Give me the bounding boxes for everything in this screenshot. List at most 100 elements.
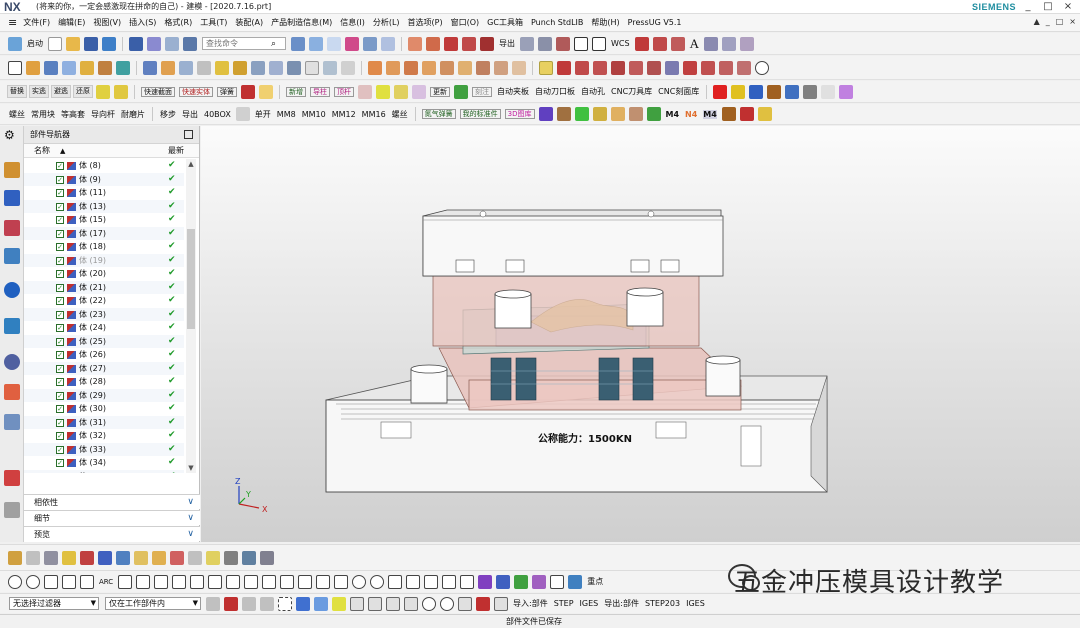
tree-row-body[interactable]: ✓ 体 (26) ✔ (24, 348, 184, 362)
shell-icon[interactable] (251, 60, 265, 75)
chevron-down-icon[interactable]: ∨ (187, 527, 194, 542)
sketch-fillet-icon[interactable] (683, 60, 697, 75)
curve-icon[interactable] (462, 36, 476, 51)
upper-die-shoe[interactable] (422, 209, 724, 277)
punch-icon[interactable] (422, 60, 436, 75)
sphere-icon[interactable] (197, 60, 211, 75)
project-curve-icon[interactable] (316, 574, 331, 589)
sketch-offset-icon[interactable] (629, 60, 643, 75)
auto-die-plate-button[interactable]: 自动刀口板 (535, 86, 575, 97)
scroll-thumb[interactable] (187, 229, 195, 329)
boss-icon[interactable] (80, 60, 94, 75)
scope-filter-select[interactable]: 仅在工作部件内 ▼ (105, 597, 201, 610)
cut-icon[interactable] (147, 36, 161, 51)
view-top-icon[interactable] (309, 36, 323, 51)
tree-row-body[interactable]: ✓ 体 (33) ✔ (24, 442, 184, 456)
layer-icon[interactable] (520, 36, 534, 51)
line-angle-icon[interactable] (154, 574, 169, 589)
sketch-icon[interactable] (8, 60, 22, 75)
pin-icon[interactable] (358, 84, 372, 99)
menu-insert[interactable]: 插入(S) (125, 17, 160, 28)
spline-icon[interactable] (480, 36, 494, 51)
cube-select-icon[interactable] (296, 596, 310, 611)
menu-file[interactable]: 文件(F) (19, 17, 54, 28)
visibility-checkbox[interactable]: ✓ (56, 405, 64, 413)
snap-control-icon[interactable] (260, 596, 274, 611)
part-icon-yellow[interactable] (259, 84, 273, 99)
wear-plate-button[interactable]: 耐磨片 (121, 109, 145, 120)
tree-row-body[interactable]: ✓ 体 (24) ✔ (24, 321, 184, 335)
navigator-scrollbar[interactable]: ▲ ▼ (186, 159, 196, 473)
library-icon[interactable] (454, 84, 468, 99)
cone-icon[interactable] (179, 60, 193, 75)
single-open-button[interactable]: 单开 (255, 109, 271, 120)
washer-icon[interactable] (412, 84, 426, 99)
section-dependencies[interactable]: 相依性 ∨ (24, 494, 200, 509)
arc-button[interactable]: ARC (99, 578, 113, 586)
cylinder-icon[interactable] (161, 60, 175, 75)
hanger-icon[interactable] (757, 107, 772, 121)
select-mode-icon[interactable] (539, 60, 553, 75)
menu-assembly[interactable]: 装配(A) (231, 17, 267, 28)
snap-plus-icon[interactable] (458, 596, 472, 611)
measure-distance-icon[interactable] (408, 36, 422, 51)
assembly-navigator-icon[interactable] (4, 162, 20, 178)
sketch-rectangle-icon[interactable] (719, 60, 733, 75)
visibility-checkbox[interactable]: ✓ (56, 445, 64, 454)
tree-row-body[interactable]: ✓ 体 (9) ✔ (24, 172, 184, 186)
text-tool-icon[interactable]: A (690, 36, 699, 52)
revolve-icon[interactable] (44, 60, 58, 75)
menu-help[interactable]: 帮助(H) (587, 17, 623, 28)
sketch-spline-icon[interactable] (593, 60, 607, 75)
extrude-icon[interactable] (26, 60, 40, 75)
drill-icon[interactable] (721, 107, 736, 121)
move-face-icon[interactable] (341, 60, 355, 75)
screw-thread-button[interactable]: 螺丝 (392, 109, 408, 120)
wave-icon[interactable] (550, 574, 565, 589)
visibility-checkbox[interactable]: ✓ (56, 283, 64, 292)
import-step-button[interactable]: STEP (554, 599, 574, 608)
menu-pmi[interactable]: 产品制造信息(M) (267, 17, 336, 28)
clamp-icon[interactable] (610, 107, 625, 121)
sketch-chamfer-icon[interactable] (701, 60, 715, 75)
visibility-checkbox[interactable]: ✓ (56, 391, 64, 400)
visibility-checkbox[interactable]: ✓ (56, 175, 64, 184)
visibility-checkbox[interactable]: ✓ (56, 472, 64, 473)
screw-button[interactable]: 螺丝 (9, 109, 25, 120)
gear-icon[interactable]: ⚙ (4, 128, 15, 142)
snap-quadrant-icon[interactable] (440, 596, 454, 611)
process-studio-icon[interactable] (4, 414, 20, 430)
green-fill-icon[interactable] (514, 574, 529, 589)
scroll-down-icon[interactable]: ▼ (186, 463, 196, 473)
mm10-button[interactable]: MM10 (302, 110, 326, 119)
tree-row-body[interactable]: ✓ 体 (35) ✔ (24, 469, 184, 473)
guide-bushing-right[interactable] (626, 287, 664, 327)
visibility-checkbox[interactable]: ✓ (56, 459, 64, 467)
tree-row-body[interactable]: ✓ 体 (13) ✔ (24, 199, 184, 213)
chevron-down-icon[interactable]: ∨ (187, 495, 194, 510)
constraint-icon[interactable] (98, 550, 112, 565)
visibility-checkbox[interactable]: ✓ (56, 162, 64, 170)
die-icon[interactable] (440, 60, 454, 75)
ejector-button[interactable]: 顶杆 (334, 86, 354, 97)
color-brown-icon[interactable] (767, 84, 782, 99)
tree-row-body[interactable]: ✓ 体 (19) ✔ (24, 253, 184, 267)
chevron-down-icon[interactable]: ▼ (193, 598, 198, 609)
pocket-icon[interactable] (98, 60, 112, 75)
tree-row-body[interactable]: ✓ 体 (11) ✔ (24, 186, 184, 200)
mirror-icon[interactable] (134, 550, 148, 565)
tree-row-body[interactable]: ✓ 体 (31) ✔ (24, 415, 184, 429)
stamp-icon-1[interactable] (96, 84, 110, 99)
section-preview[interactable]: 预览 ∨ (24, 526, 200, 541)
snap-end-icon[interactable] (224, 596, 238, 611)
tree-row-body[interactable]: ✓ 体 (15) ✔ (24, 213, 184, 227)
split-body-icon[interactable] (305, 60, 319, 75)
visibility-checkbox[interactable]: ✓ (56, 189, 64, 197)
settings-icon[interactable] (803, 84, 818, 99)
export-parts-button[interactable]: 导出 (182, 109, 198, 120)
nut-icon[interactable] (394, 84, 408, 99)
display-box-icon[interactable] (592, 36, 606, 51)
menu-pressug[interactable]: PressUG V5.1 (624, 18, 686, 27)
offset-curve-icon[interactable] (298, 574, 313, 589)
engrave-button[interactable]: 刻注 (472, 86, 492, 97)
